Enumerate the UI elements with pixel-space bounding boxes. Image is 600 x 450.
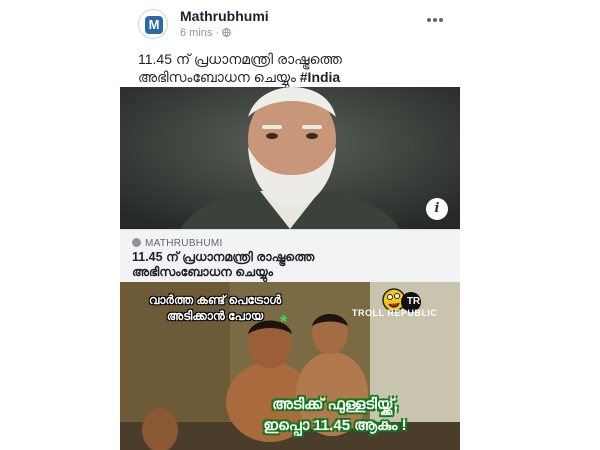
meme-bottom-line1: അടിക്ക് ഫുള്ളടിയ്ക്ക്, (272, 396, 398, 413)
portrait-photo (120, 87, 460, 229)
globe-icon (222, 28, 232, 37)
link-preview[interactable]: MATHRUBHUMI 11.45 ന് പ്രധാനമന്ത്രി രാഷ്ട… (120, 229, 460, 283)
page-name-link[interactable]: Mathrubhumi (180, 8, 269, 24)
more-options-button[interactable] (426, 7, 444, 28)
avatar-letter: M (145, 16, 163, 34)
link-domain-icon (132, 238, 141, 247)
post-caption: 11.45 ന് പ്രധാനമന്ത്രി രാഷ്ട്രത്തെ അഭിസം… (138, 50, 448, 86)
hashtag-link[interactable]: #India (300, 69, 340, 85)
link-domain: MATHRUBHUMI (132, 238, 223, 249)
meme-asterisk: * (280, 312, 288, 332)
post-header: M Mathrubhumi 6 mins · (120, 0, 460, 46)
link-title[interactable]: 11.45 ന് പ്രധാനമന്ത്രി രാഷ്ട്രത്തെ അഭിസം… (132, 250, 412, 280)
separator-dot: · (215, 27, 223, 39)
page-avatar[interactable]: M (138, 9, 168, 39)
link-preview-image[interactable]: i (120, 87, 460, 229)
meme-bottom-text: അടിക്ക് ഫുള്ളടിയ്ക്ക്, ഇപ്പൊ 11.45 ആകും … (220, 394, 450, 436)
link-domain-text: MATHRUBHUMI (145, 238, 223, 249)
post-timestamp[interactable]: 6 mins (180, 27, 212, 39)
info-button[interactable]: i (426, 198, 448, 220)
troll-republic-brand: TROLL REPUBLIC (352, 308, 438, 318)
meme-top-text: വാർത്ത കണ്ട് പെട്രോൾ അടിക്കാൻ പോയ (148, 293, 282, 323)
meme-image: വാർത്ത കണ്ട് പെട്രോൾ അടിക്കാൻ പോയ * TR T… (120, 282, 460, 450)
more-icon (427, 18, 443, 22)
facebook-post: M Mathrubhumi 6 mins · 11.45 ന് പ്രധാനമന… (120, 0, 460, 450)
meme-bottom-line2: ഇപ്പൊ 11.45 ആകും ! (263, 417, 407, 434)
post-meta: 6 mins · (180, 27, 232, 39)
